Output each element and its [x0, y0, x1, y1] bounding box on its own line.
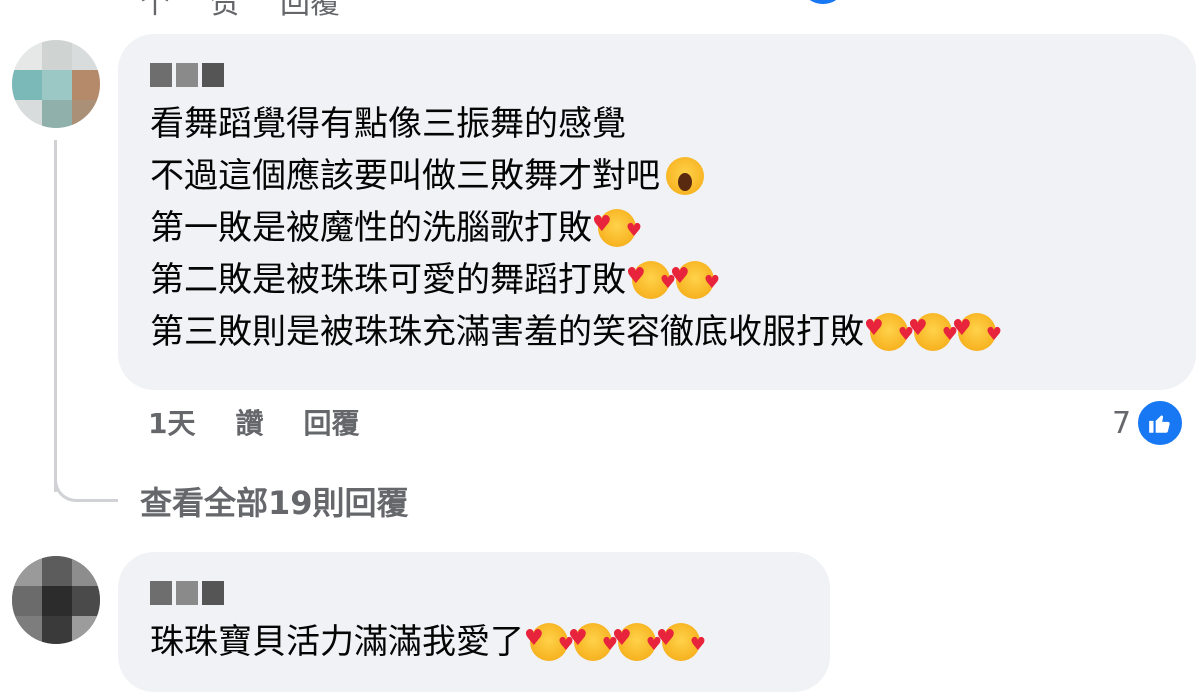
- view-all-replies-link[interactable]: 查看全部19則回覆: [140, 478, 409, 524]
- smiling-face-with-hearts-emoji: [612, 613, 662, 671]
- like-icon: [806, 0, 840, 4]
- smiling-face-with-hearts-emoji: [908, 303, 958, 361]
- smiling-face-with-hearts-emoji: [864, 303, 914, 361]
- avatar[interactable]: [12, 556, 100, 644]
- comment-time[interactable]: 1天: [148, 402, 195, 442]
- smiling-face-with-hearts-emoji: [592, 199, 642, 257]
- smiling-face-with-hearts-emoji: [626, 251, 676, 309]
- author-name-blurred[interactable]: [150, 60, 1196, 90]
- comment-line: 看舞蹈覺得有點像三振舞的感覺: [150, 104, 626, 144]
- smiling-face-with-hearts-emoji: [952, 303, 1002, 361]
- comment-line: 珠珠寶貝活力滿滿我愛了: [150, 613, 830, 671]
- previous-comment-actions: 个 赞 回覆: [140, 0, 340, 21]
- reply-button[interactable]: 回覆: [304, 402, 360, 442]
- avatar[interactable]: [12, 40, 100, 128]
- author-name-blurred[interactable]: [150, 578, 830, 608]
- comment-bubble: 看舞蹈覺得有點像三振舞的感覺 不過這個應該要叫做三敗舞才對吧 第一敗是被魔性的洗…: [118, 34, 1196, 390]
- smiling-face-with-hearts-emoji: [656, 613, 706, 671]
- smiling-face-with-hearts-emoji: [568, 613, 618, 671]
- thumbs-up-icon: [1135, 398, 1186, 448]
- like-button[interactable]: 讚: [235, 402, 263, 442]
- reaction-count: 7: [1112, 405, 1132, 441]
- comment-line: 第一敗是被魔性的洗腦歌打敗: [150, 199, 1196, 257]
- previous-time: 个: [140, 0, 170, 21]
- face-scream-emoji: [666, 157, 704, 195]
- comment-bubble: 珠珠寶貝活力滿滿我愛了: [118, 552, 830, 692]
- smiling-face-with-hearts-emoji: [524, 613, 574, 671]
- reply-thread-line: [54, 140, 57, 492]
- previous-reply-button[interactable]: 回覆: [280, 0, 340, 21]
- comment-line: 不過這個應該要叫做三敗舞才對吧: [150, 150, 1196, 202]
- reaction-summary[interactable]: 7: [1112, 398, 1186, 448]
- comment-line: 第三敗則是被珠珠充滿害羞的笑容徹底收服打敗: [150, 303, 1196, 361]
- smiling-face-with-hearts-emoji: [670, 251, 720, 309]
- previous-like-button[interactable]: 赞: [210, 0, 240, 21]
- comment-actions: 1天 讚 回覆: [148, 402, 360, 442]
- reply-thread-curve: [54, 470, 118, 502]
- comment-line: 第二敗是被珠珠可愛的舞蹈打敗: [150, 251, 1196, 309]
